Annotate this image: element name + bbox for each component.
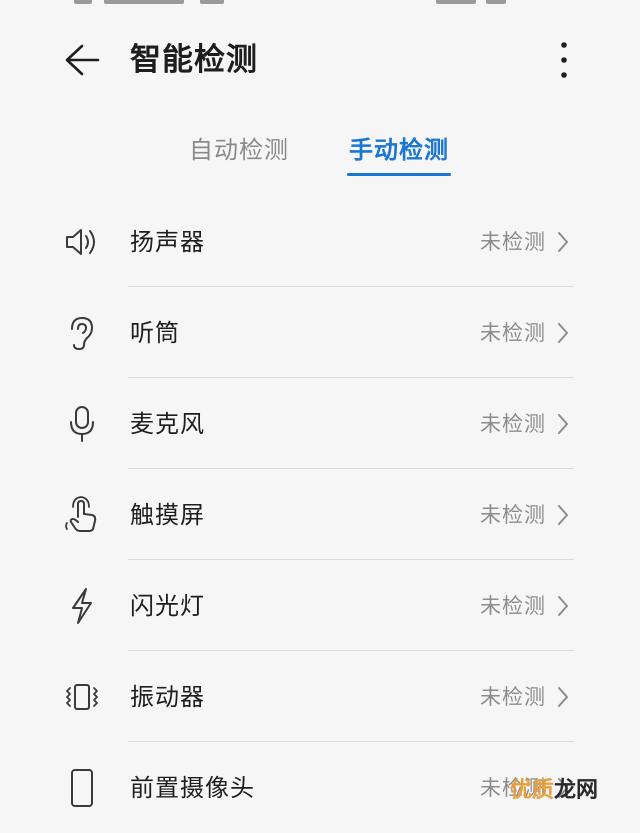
list-item-vibrator[interactable]: 振动器 未检测 — [0, 651, 640, 742]
flash-icon — [72, 588, 92, 624]
list-item-touchscreen[interactable]: 触摸屏 未检测 — [0, 469, 640, 560]
ear-icon — [71, 316, 94, 351]
item-status: 未检测 — [480, 412, 546, 436]
active-tab-indicator — [347, 173, 451, 176]
item-status: 未检测 — [480, 594, 546, 618]
tab-auto-detect[interactable]: 自动检测 — [178, 128, 300, 180]
chevron-right-icon — [558, 596, 568, 616]
microphone-icon — [70, 406, 94, 442]
item-label: 闪光灯 — [130, 592, 205, 620]
chevron-right-icon — [558, 232, 568, 252]
item-label: 前置摄像头 — [130, 774, 255, 802]
item-label: 触摸屏 — [130, 501, 205, 529]
site-watermark: 优质 龙网 — [510, 768, 620, 808]
item-status: 未检测 — [480, 503, 546, 527]
back-button[interactable] — [56, 36, 108, 84]
list-item-earpiece[interactable]: 听筒 未检测 — [0, 287, 640, 378]
chevron-right-icon — [558, 687, 568, 707]
item-status: 未检测 — [480, 230, 546, 254]
status-bar-fragment — [0, 0, 640, 6]
speaker-icon — [66, 229, 95, 255]
more-vertical-icon — [561, 42, 567, 78]
arrow-left-icon — [65, 44, 100, 76]
watermark-part-1: 优质 — [510, 778, 555, 803]
phone-icon — [71, 769, 93, 807]
chevron-right-icon — [558, 414, 568, 434]
list-item-microphone[interactable]: 麦克风 未检测 — [0, 378, 640, 469]
touch-hand-icon — [65, 496, 97, 532]
list-item-flashlight[interactable]: 闪光灯 未检测 — [0, 560, 640, 651]
item-label: 麦克风 — [130, 410, 205, 438]
chevron-right-icon — [558, 505, 568, 525]
list-item-speaker[interactable]: 扬声器 未检测 — [0, 196, 640, 287]
app-header: 智能检测 — [0, 20, 640, 100]
item-status: 未检测 — [480, 321, 546, 345]
detection-tabs: 自动检测 手动检测 — [0, 128, 640, 188]
more-options-button[interactable] — [542, 36, 586, 84]
item-status: 未检测 — [480, 685, 546, 709]
item-label: 听筒 — [130, 319, 180, 347]
page-title: 智能检测 — [130, 42, 258, 78]
vibration-icon — [66, 684, 98, 710]
item-label: 振动器 — [130, 683, 205, 711]
watermark-part-2: 龙网 — [554, 778, 599, 803]
chevron-right-icon — [558, 323, 568, 343]
item-label: 扬声器 — [130, 228, 205, 256]
